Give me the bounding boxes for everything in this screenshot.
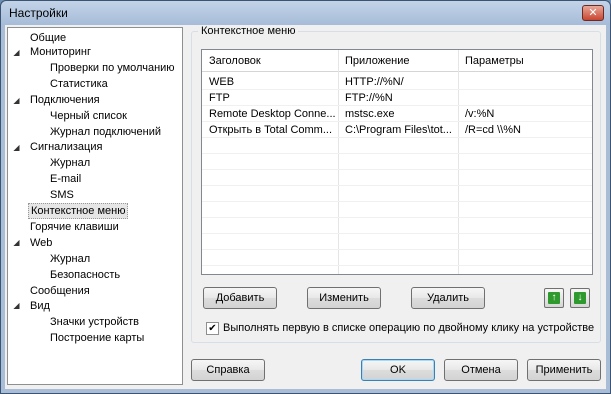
cancel-button[interactable]: Отмена <box>444 359 518 381</box>
table-row <box>202 154 592 170</box>
tree-item-web-log[interactable]: Журнал <box>48 251 92 267</box>
check-icon: ✔ <box>208 323 217 334</box>
tree-item-statistics[interactable]: Статистика <box>48 76 110 92</box>
tree-item-email[interactable]: E-mail <box>48 171 83 187</box>
table-row[interactable]: Открыть в Total Comm... C:\Program Files… <box>202 122 592 138</box>
tree-item-monitoring[interactable]: Мониторинг <box>28 44 93 60</box>
add-button[interactable]: Добавить <box>203 287 277 309</box>
edit-button[interactable]: Изменить <box>307 287 381 309</box>
close-icon: ✕ <box>588 7 598 19</box>
table-row <box>202 138 592 154</box>
tree-item-blacklist[interactable]: Черный список <box>48 108 129 124</box>
column-header-title[interactable]: Заголовок <box>202 50 338 72</box>
table-row[interactable]: Remote Desktop Conne... mstsc.exe /v:%N <box>202 106 592 122</box>
tree-item-sms[interactable]: SMS <box>48 187 76 203</box>
dialog-client-area: ◢ ◢ ◢ ◢ ◢ Общие Мониторинг Проверки по у… <box>5 25 606 389</box>
context-menu-list[interactable]: Заголовок Приложение Параметры WEB HTTP:… <box>201 49 593 275</box>
delete-button[interactable]: Удалить <box>411 287 485 309</box>
expander-icon[interactable]: ◢ <box>12 238 21 247</box>
column-header-application[interactable]: Приложение <box>338 50 458 72</box>
tree-item-messages[interactable]: Сообщения <box>28 283 92 299</box>
tree-item-connection-log[interactable]: Журнал подключений <box>48 124 163 140</box>
tree-item-default-checks[interactable]: Проверки по умолчанию <box>48 60 177 76</box>
table-row <box>202 170 592 186</box>
window-title: Настройки <box>9 6 68 20</box>
cell-title: WEB <box>209 76 235 88</box>
cell-application: mstsc.exe <box>345 108 395 120</box>
group-title: Контекстное меню <box>198 25 299 37</box>
table-row <box>202 202 592 218</box>
tree-item-view[interactable]: Вид <box>28 298 52 314</box>
help-button[interactable]: Справка <box>191 359 265 381</box>
tree-item-security[interactable]: Безопасность <box>48 267 122 283</box>
double-click-checkbox-label[interactable]: Выполнять первую в списке операцию по дв… <box>223 322 594 334</box>
move-up-button[interactable]: ↑ <box>544 288 564 308</box>
ok-button[interactable]: OK <box>361 359 435 381</box>
expander-icon[interactable]: ◢ <box>12 96 21 105</box>
list-header: Заголовок Приложение Параметры <box>202 50 592 72</box>
cell-application: FTP://%N <box>345 92 393 104</box>
cell-parameters <box>458 74 592 90</box>
table-row <box>202 186 592 202</box>
tree-item-device-icons[interactable]: Значки устройств <box>48 314 141 330</box>
cell-application: HTTP://%N/ <box>345 76 404 88</box>
double-click-checkbox[interactable]: ✔ <box>206 322 219 335</box>
tree-item-alarms[interactable]: Сигнализация <box>28 139 104 155</box>
title-bar[interactable]: Настройки ✕ <box>1 1 610 25</box>
cell-parameters <box>458 90 592 106</box>
settings-tree[interactable]: ◢ ◢ ◢ ◢ ◢ Общие Мониторинг Проверки по у… <box>7 27 183 385</box>
settings-window: Настройки ✕ ◢ ◢ ◢ ◢ ◢ Общие Мониторинг П… <box>0 0 611 394</box>
column-header-parameters[interactable]: Параметры <box>458 50 592 72</box>
expander-icon[interactable]: ◢ <box>12 143 21 152</box>
move-down-button[interactable]: ↓ <box>570 288 590 308</box>
cell-title: Remote Desktop Conne... <box>209 108 336 120</box>
tree-item-web[interactable]: Web <box>28 235 54 251</box>
table-row <box>202 250 592 266</box>
table-row[interactable]: WEB HTTP://%N/ <box>202 74 592 90</box>
arrow-up-icon: ↑ <box>548 292 560 304</box>
close-button[interactable]: ✕ <box>582 5 604 21</box>
tree-item-alarm-log[interactable]: Журнал <box>48 155 92 171</box>
table-row <box>202 218 592 234</box>
expander-icon[interactable]: ◢ <box>12 48 21 57</box>
table-row[interactable]: FTP FTP://%N <box>202 90 592 106</box>
cell-application: C:\Program Files\tot... <box>345 124 452 136</box>
tree-item-hotkeys[interactable]: Горячие клавиши <box>28 219 121 235</box>
tree-item-context-menu[interactable]: Контекстное меню <box>28 203 129 219</box>
expander-icon[interactable]: ◢ <box>12 301 21 310</box>
tree-item-connections[interactable]: Подключения <box>28 92 102 108</box>
apply-button[interactable]: Применить <box>527 359 601 381</box>
tree-item-map-building[interactable]: Построение карты <box>48 330 146 346</box>
arrow-down-icon: ↓ <box>574 292 586 304</box>
cell-title: Открыть в Total Comm... <box>209 124 333 136</box>
cell-parameters: /v:%N <box>465 108 495 120</box>
table-row <box>202 234 592 250</box>
cell-parameters: /R=cd \\%N <box>465 124 521 136</box>
cell-title: FTP <box>209 92 230 104</box>
